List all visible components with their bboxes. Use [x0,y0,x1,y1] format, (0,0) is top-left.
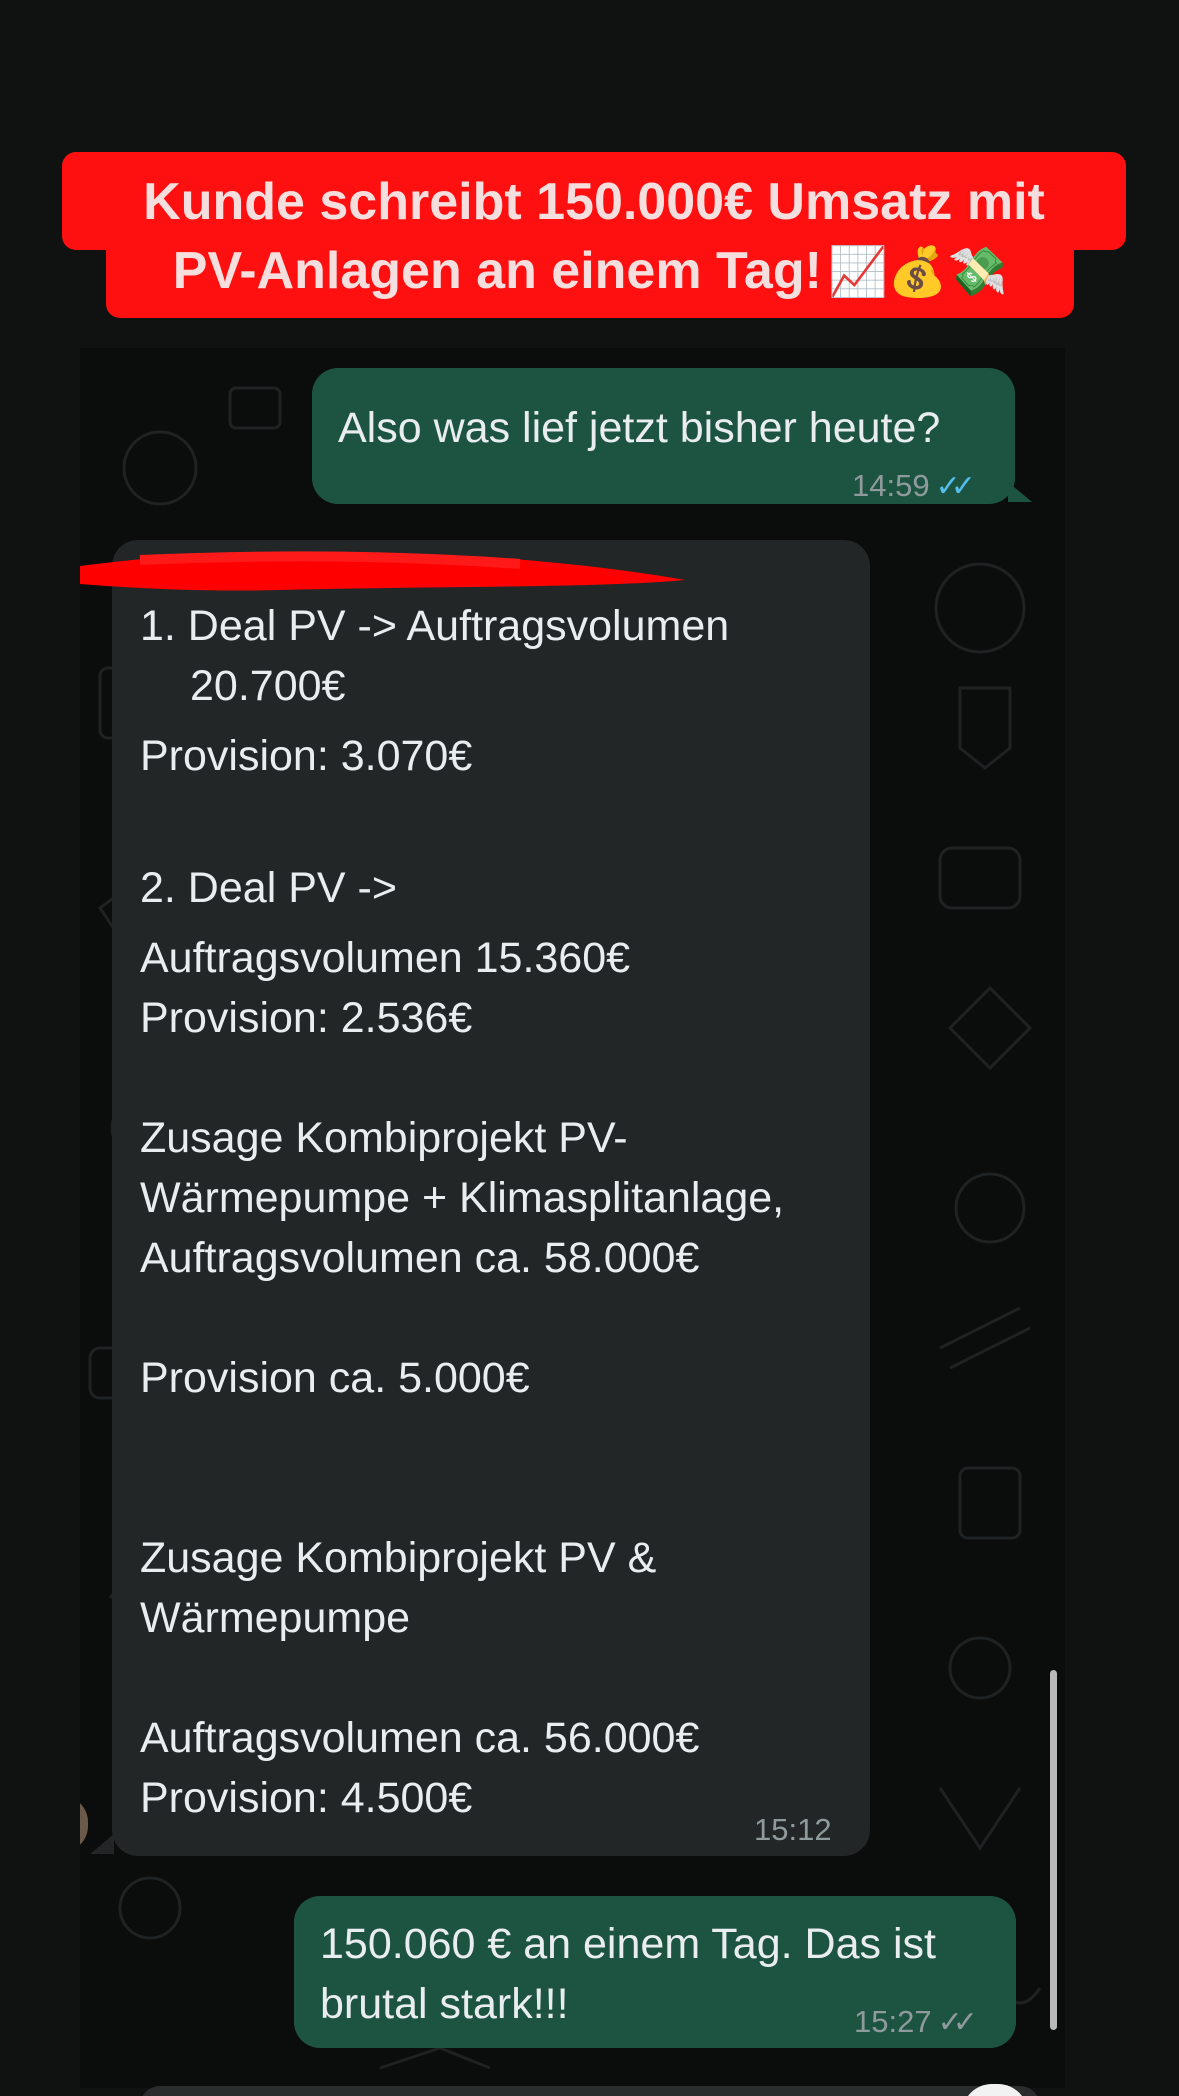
message-text: Also was lief jetzt bisher heute? [338,404,941,452]
screenshot: Kunde schreibt 150.000€ Umsatz mit PV-An… [0,0,1179,2096]
message-meta: 15:27 ✓✓ [854,1992,978,2053]
message-time: 15:12 [754,1812,832,1847]
headline-text-1: Kunde schreibt 150.000€ Umsatz mit [143,173,1045,231]
message-line: Provision: 2.536€ [140,994,473,1042]
message-line: Provision: 3.070€ [140,732,473,780]
message-time: 15:27 [854,2004,932,2039]
message-line: Provision: 4.500€ [140,1774,473,1822]
message-line: Wärmepumpe [140,1594,411,1642]
message-meta: 14:59 ✓✓ [852,456,976,517]
message-line: Zusage Kombiprojekt PV- [140,1114,628,1162]
delivered-receipt-icon: ✓✓ [937,2006,978,2039]
headline-text-2: PV-Anlagen an einem Tag! [172,242,822,300]
message-line: Provision ca. 5.000€ [140,1354,530,1402]
bubble-tail [90,1834,114,1854]
message-time: 14:59 [852,468,930,503]
message-line: Zusage Kombiprojekt PV & [140,1534,657,1582]
message-input-field[interactable] [140,2086,1040,2096]
message-line: Auftragsvolumen ca. 58.000€ [140,1234,700,1282]
read-receipt-icon: ✓✓ [935,470,976,503]
message-line: brutal stark!!! [320,1980,569,2028]
message-line: 150.060 € an einem Tag. Das ist [320,1920,936,1968]
outgoing-message[interactable]: Also was lief jetzt bisher heute? 14:59 ✓… [312,368,1015,504]
redaction-scribble [80,551,685,591]
incoming-message[interactable]: 1. Deal PV -> Auftragsvolumen 20.700€ Pr… [112,540,870,1856]
money-emoji-icons: 📈💰💸 [827,244,1008,300]
outgoing-message[interactable]: 150.060 € an einem Tag. Das ist brutal s… [294,1896,1016,2048]
message-line: 2. Deal PV -> [140,864,397,912]
message-line: 20.700€ [190,662,346,710]
message-line: Auftragsvolumen ca. 56.000€ [140,1714,700,1762]
headline-banner-line-2: PV-Anlagen an einem Tag! 📈💰💸 [106,236,1074,318]
chat-conversation[interactable]: Also was lief jetzt bisher heute? 14:59 ✓… [80,348,1065,2088]
chat-scrollbar[interactable] [1050,1670,1057,2030]
message-line: Auftragsvolumen 15.360€ [140,934,631,982]
bubble-tail [1008,482,1032,502]
message-line: Wärmepumpe + Klimasplitanlage, [140,1174,785,1222]
